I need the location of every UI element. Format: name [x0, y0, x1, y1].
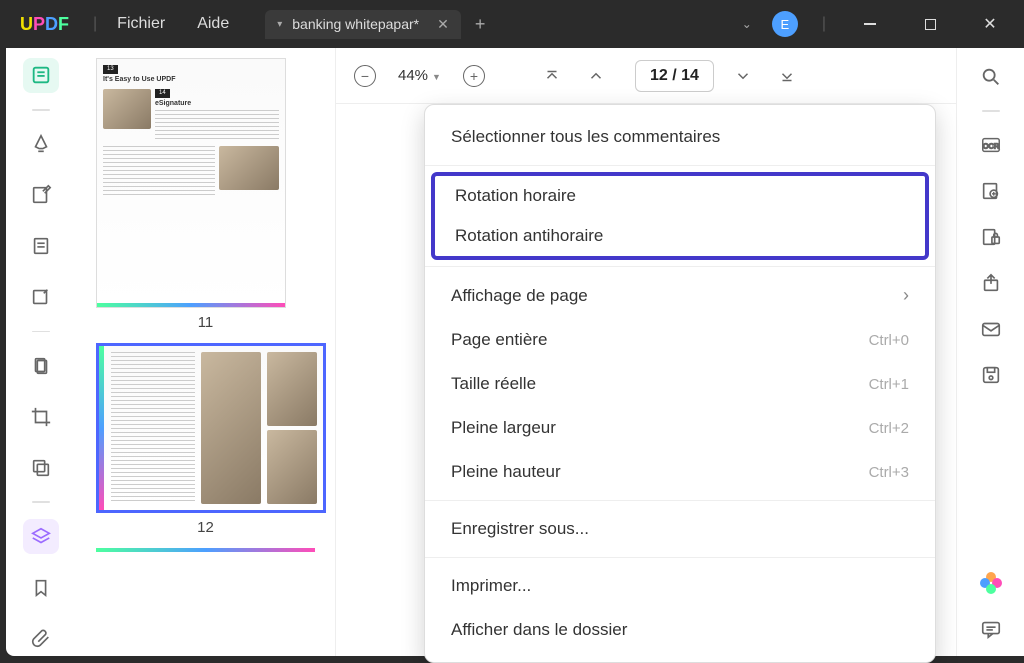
thumbnail-12[interactable]: 12 [96, 343, 315, 536]
ctx-actual-size[interactable]: Taille réelleCtrl+1 [425, 362, 935, 406]
maximize-button[interactable] [910, 8, 950, 40]
zoom-out-button[interactable]: − [350, 61, 380, 91]
right-toolbar: OCR [956, 48, 1024, 656]
app-logo: UPDF [0, 14, 89, 35]
ocr-icon[interactable]: OCR [978, 132, 1004, 158]
ctx-page-display[interactable]: Affichage de page› [425, 273, 935, 318]
thumb-number: 11 [96, 314, 315, 331]
menu-file[interactable]: Fichier [101, 15, 181, 33]
thumbnail-panel: 13 It's Easy to Use UPDF 14 eSignature [76, 48, 336, 656]
attachment-tool[interactable] [23, 621, 59, 656]
share-icon[interactable] [978, 270, 1004, 296]
view-toolbar: − 44%▼ + 12 / 14 [336, 48, 956, 104]
document-tab[interactable]: ▾ banking whitepapar* ✕ [265, 10, 461, 39]
separator [32, 109, 50, 111]
tab-label: banking whitepapar* [292, 16, 419, 32]
edit-tool[interactable] [23, 178, 59, 213]
user-avatar[interactable]: E [772, 11, 798, 37]
search-icon[interactable] [978, 64, 1004, 90]
save-icon[interactable] [978, 362, 1004, 388]
separator [32, 501, 50, 503]
export-image-icon[interactable] [978, 178, 1004, 204]
shortcut-hint: Ctrl+1 [869, 376, 909, 393]
ctx-save-as[interactable]: Enregistrer sous... [425, 507, 935, 551]
thumbnail-11[interactable]: 13 It's Easy to Use UPDF 14 eSignature [96, 58, 315, 331]
ai-assistant-icon[interactable] [978, 570, 1004, 596]
page-indicator[interactable]: 12 / 14 [635, 60, 714, 92]
next-page-button[interactable] [728, 61, 758, 91]
ctx-rotate-ccw[interactable]: Rotation antihoraire [435, 216, 925, 256]
highlight-tool[interactable] [23, 127, 59, 162]
separator [982, 110, 1000, 112]
copy-tool[interactable] [23, 450, 59, 485]
separator [32, 331, 50, 333]
ctx-highlighted-group: Rotation horaire Rotation antihoraire [431, 172, 929, 260]
page-badge: 14 [155, 89, 170, 98]
ctx-select-comments[interactable]: Sélectionner tous les commentaires [425, 115, 935, 159]
comment-icon[interactable] [978, 616, 1004, 642]
shortcut-hint: Ctrl+2 [869, 420, 909, 437]
organize-tool[interactable] [23, 348, 59, 383]
ctx-print[interactable]: Imprimer... [425, 564, 935, 608]
titlebar: UPDF | Fichier Aide ▾ banking whitepapar… [0, 0, 1024, 48]
last-page-button[interactable] [772, 61, 802, 91]
prev-page-button[interactable] [581, 61, 611, 91]
first-page-button[interactable] [537, 61, 567, 91]
thumb-number: 12 [96, 519, 315, 536]
page-heading: It's Easy to Use UPDF [103, 76, 279, 84]
crop-tool[interactable] [23, 399, 59, 434]
minimize-button[interactable] [850, 8, 890, 40]
zoom-in-button[interactable]: + [459, 61, 489, 91]
left-toolbar [6, 48, 76, 656]
layers-tool[interactable] [23, 519, 59, 554]
context-menu: Sélectionner tous les commentaires Rotat… [424, 104, 936, 663]
shortcut-hint: Ctrl+0 [869, 332, 909, 349]
bookmark-tool[interactable] [23, 570, 59, 605]
page-tool[interactable] [23, 229, 59, 264]
shortcut-hint: Ctrl+3 [869, 464, 909, 481]
menu-help[interactable]: Aide [181, 15, 245, 33]
chevron-right-icon: › [903, 285, 909, 306]
tab-dropdown-icon[interactable]: ▾ [277, 19, 282, 30]
email-icon[interactable] [978, 316, 1004, 342]
protect-icon[interactable] [978, 224, 1004, 250]
ctx-fit-page[interactable]: Page entièreCtrl+0 [425, 318, 935, 362]
tab-close-icon[interactable]: ✕ [437, 16, 449, 33]
ctx-show-in-folder[interactable]: Afficher dans le dossier [425, 608, 935, 652]
thumbnails-tool[interactable] [23, 58, 59, 93]
ctx-rotate-cw[interactable]: Rotation horaire [435, 176, 925, 216]
svg-text:OCR: OCR [982, 142, 998, 151]
new-tab-button[interactable]: + [475, 14, 486, 35]
page-badge: 13 [103, 65, 118, 74]
zoom-level[interactable]: 44%▼ [394, 67, 445, 84]
titlebar-dropdown-icon[interactable]: ⌄ [742, 17, 752, 31]
ctx-fit-width[interactable]: Pleine largeurCtrl+2 [425, 406, 935, 450]
close-button[interactable]: ✕ [970, 8, 1010, 40]
ctx-fit-height[interactable]: Pleine hauteurCtrl+3 [425, 450, 935, 494]
form-tool[interactable] [23, 280, 59, 315]
section-heading: eSignature [155, 100, 279, 108]
